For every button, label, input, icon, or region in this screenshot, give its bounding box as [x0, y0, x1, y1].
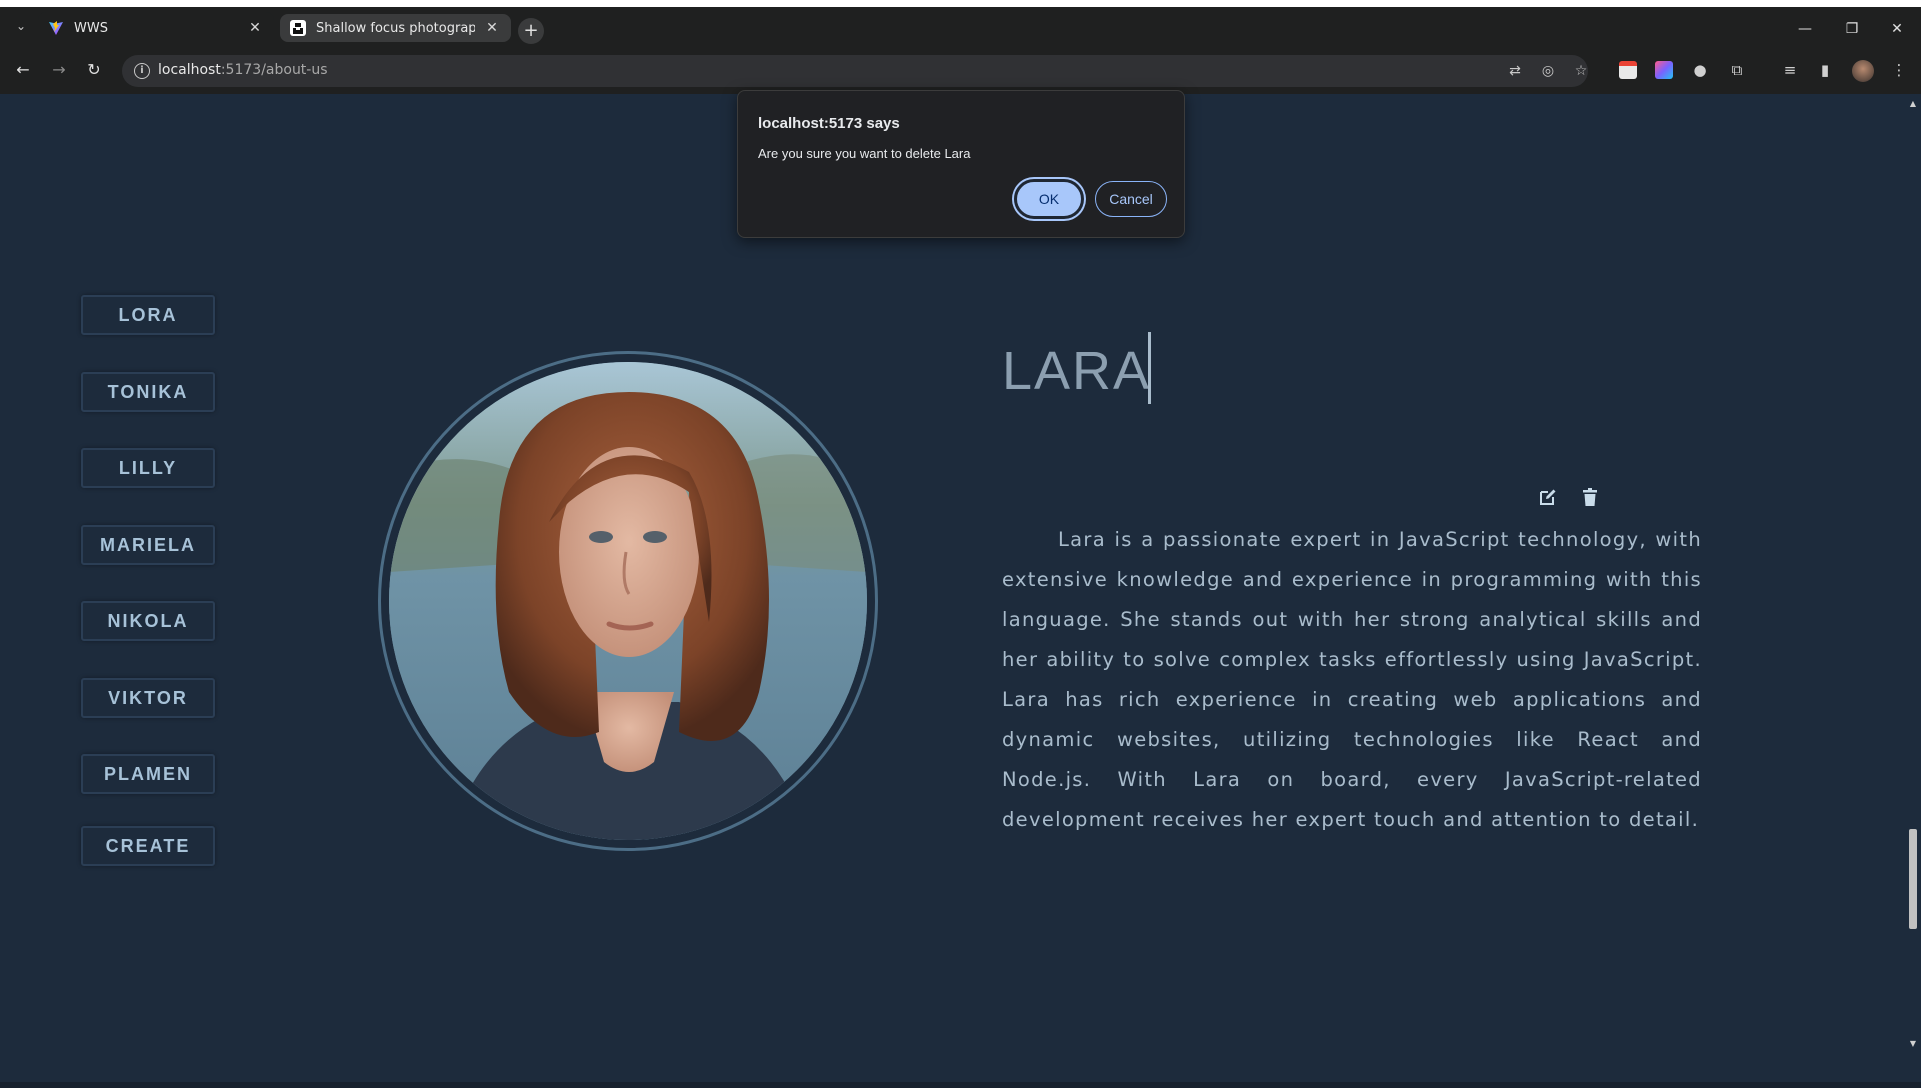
- extensions-puzzle-icon[interactable]: ⧉: [1727, 60, 1747, 80]
- dialog-message: Are you sure you want to delete Lara: [758, 146, 971, 161]
- page-scrollbar[interactable]: ▲ ▼: [1905, 95, 1921, 1088]
- url-path: :5173/about-us: [220, 62, 328, 78]
- scroll-thumb[interactable]: [1909, 829, 1917, 929]
- create-button[interactable]: CREATE: [81, 826, 215, 866]
- window-bottom-edge: [0, 1082, 1921, 1088]
- cancel-button[interactable]: Cancel: [1095, 181, 1167, 217]
- more-menu-icon[interactable]: ⋮: [1889, 60, 1909, 80]
- new-tab-button[interactable]: +: [518, 18, 544, 44]
- url-host: localhost: [158, 62, 221, 78]
- nav-item-mariela[interactable]: MARIELA: [81, 525, 215, 565]
- tab-photo[interactable]: Shallow focus photography of w ✕: [280, 14, 511, 42]
- calendar-extension-icon[interactable]: [1619, 61, 1637, 79]
- text-caret: [1148, 332, 1151, 404]
- forward-icon[interactable]: →: [47, 58, 71, 82]
- tab-search-icon[interactable]: ⌄: [12, 17, 30, 35]
- grammar-extension-icon[interactable]: ●: [1690, 60, 1710, 80]
- eye-slash-icon[interactable]: ◎: [1539, 62, 1557, 80]
- tab-strip: ⌄ WWS ✕ Shallow focus photography of w ✕…: [0, 7, 1921, 48]
- nav-item-lilly[interactable]: LILLY: [81, 448, 215, 488]
- tab-close-icon[interactable]: ✕: [246, 19, 264, 37]
- translate-icon[interactable]: ⇄: [1506, 62, 1524, 80]
- tab-title: WWS: [74, 20, 108, 36]
- nav-item-nikola[interactable]: NIKOLA: [81, 601, 215, 641]
- confirm-dialog: localhost:5173 says Are you sure you wan…: [737, 90, 1185, 238]
- side-panel-icon[interactable]: ▮: [1815, 60, 1835, 80]
- address-url[interactable]: localhost:5173/about-us: [158, 62, 328, 78]
- profile-name[interactable]: LARA: [1002, 340, 1151, 402]
- restore-icon[interactable]: ❐: [1842, 19, 1862, 39]
- profile-avatar[interactable]: [1852, 60, 1874, 82]
- nav-item-lora[interactable]: LORA: [81, 295, 215, 335]
- reload-icon[interactable]: ↻: [82, 58, 106, 82]
- tab-wws[interactable]: WWS ✕: [38, 12, 274, 44]
- scroll-down-icon[interactable]: ▼: [1908, 1039, 1918, 1049]
- media-control-icon[interactable]: ≡: [1780, 60, 1800, 80]
- ok-button[interactable]: OK: [1014, 179, 1084, 219]
- profile-photo: [389, 362, 867, 840]
- browser-toolbar: ← → ↻ i localhost:5173/about-us ⇄ ◎ ☆ ● …: [0, 48, 1921, 94]
- trash-icon[interactable]: [1580, 487, 1600, 507]
- nav-item-viktor[interactable]: VIKTOR: [81, 678, 215, 718]
- color-extension-icon[interactable]: [1655, 61, 1673, 79]
- unsplash-logo-icon: [290, 20, 306, 36]
- profile-bio: Lara is a passionate expert in JavaScrip…: [1002, 528, 1702, 831]
- back-icon[interactable]: ←: [11, 58, 35, 82]
- dialog-title: localhost:5173 says: [758, 115, 900, 132]
- nav-item-plamen[interactable]: PLAMEN: [81, 754, 215, 794]
- site-info-icon[interactable]: i: [134, 63, 150, 79]
- scroll-up-icon[interactable]: ▲: [1908, 99, 1918, 109]
- nav-item-tonika[interactable]: TONIKA: [81, 372, 215, 412]
- vite-logo-icon: [49, 21, 63, 35]
- address-bar[interactable]: i localhost:5173/about-us ⇄ ◎ ☆: [122, 55, 1588, 87]
- tab-close-icon[interactable]: ✕: [483, 19, 501, 37]
- tab-title: Shallow focus photography of w: [316, 20, 475, 36]
- minimize-icon[interactable]: —: [1795, 19, 1815, 39]
- bookmark-star-icon[interactable]: ☆: [1572, 62, 1590, 80]
- edit-icon[interactable]: [1538, 487, 1558, 507]
- portrait-illustration: [389, 362, 867, 840]
- close-window-icon[interactable]: ✕: [1887, 19, 1907, 39]
- window-top-edge: [0, 0, 1921, 7]
